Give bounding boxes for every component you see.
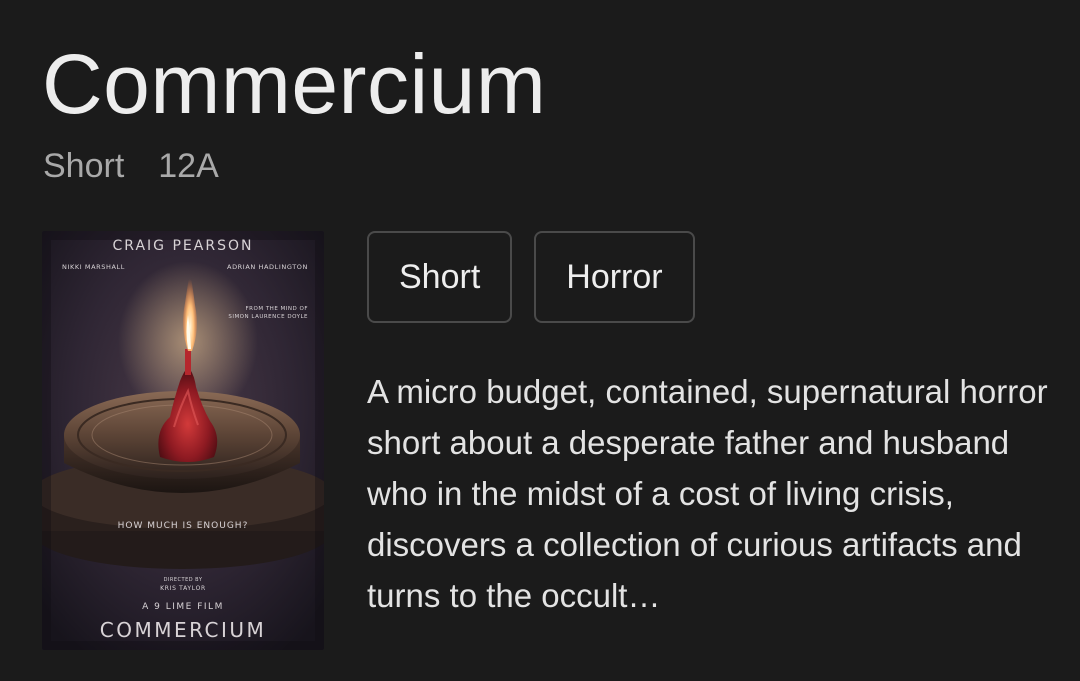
poster-director: KRIS TAYLOR: [160, 585, 206, 592]
age-rating-label: 12A: [158, 146, 219, 185]
genre-chip-horror[interactable]: Horror: [534, 231, 695, 323]
content-type-label: Short: [43, 146, 125, 185]
poster-actor-left: NIKKI MARSHALL: [62, 263, 125, 271]
movie-poster[interactable]: CRAIG PEARSON NIKKI MARSHALL ADRIAN HADL…: [42, 231, 324, 650]
genre-chip-short[interactable]: Short: [367, 231, 513, 323]
poster-credit-line2: SIMON LAURENCE DOYLE: [228, 314, 308, 320]
poster-lead-actor: CRAIG PEARSON: [113, 238, 254, 254]
meta-row: Short 12A: [43, 144, 219, 188]
poster-tagline: HOW MUCH IS ENOUGH?: [118, 521, 249, 531]
poster-film-title: COMMERCIUM: [100, 618, 267, 642]
page-title: Commercium: [42, 37, 547, 131]
poster-directed-by: DIRECTED BY: [164, 577, 203, 583]
poster-artwork: CRAIG PEARSON NIKKI MARSHALL ADRIAN HADL…: [42, 231, 324, 650]
synopsis-text[interactable]: A micro budget, contained, supernatural …: [367, 366, 1057, 621]
poster-actor-right: ADRIAN HADLINGTON: [227, 263, 308, 271]
poster-credit-line1: FROM THE MIND OF: [246, 306, 308, 312]
genre-chips: Short Horror: [367, 231, 695, 323]
poster-studio: A 9 LIME FILM: [142, 602, 224, 612]
